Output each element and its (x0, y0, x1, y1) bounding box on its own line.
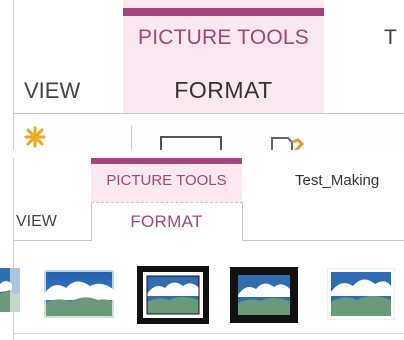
picture-style-thumbnail[interactable] (327, 268, 395, 320)
tab-view[interactable]: VIEW (16, 213, 57, 231)
tab-strip-divider (242, 240, 404, 241)
picture-style-thumbnail[interactable] (44, 270, 114, 318)
picture-style-thumbnail[interactable] (230, 267, 298, 323)
contextual-accent-bar (123, 8, 324, 16)
tab-format[interactable]: FORMAT (123, 77, 324, 104)
picture-style-thumbnail[interactable] (137, 266, 209, 324)
gallery-bottom-border (14, 333, 404, 334)
picture-style-thumbnail[interactable] (0, 264, 22, 316)
picture-tools-label: PICTURE TOOLS (106, 172, 227, 189)
document-title: Test_Making (295, 172, 380, 189)
effects-star-icon[interactable] (22, 124, 48, 150)
tab-format[interactable]: FORMAT (91, 212, 242, 232)
tab-strip-divider (14, 240, 91, 241)
ribbon-group-separator (131, 126, 132, 150)
tab-view[interactable]: VIEW (24, 78, 80, 104)
contextual-accent-bar (91, 158, 242, 164)
clipped-tab-label: T (384, 26, 397, 49)
panel-separator (0, 150, 404, 158)
picture-tools-label: PICTURE TOOLS (137, 26, 310, 49)
